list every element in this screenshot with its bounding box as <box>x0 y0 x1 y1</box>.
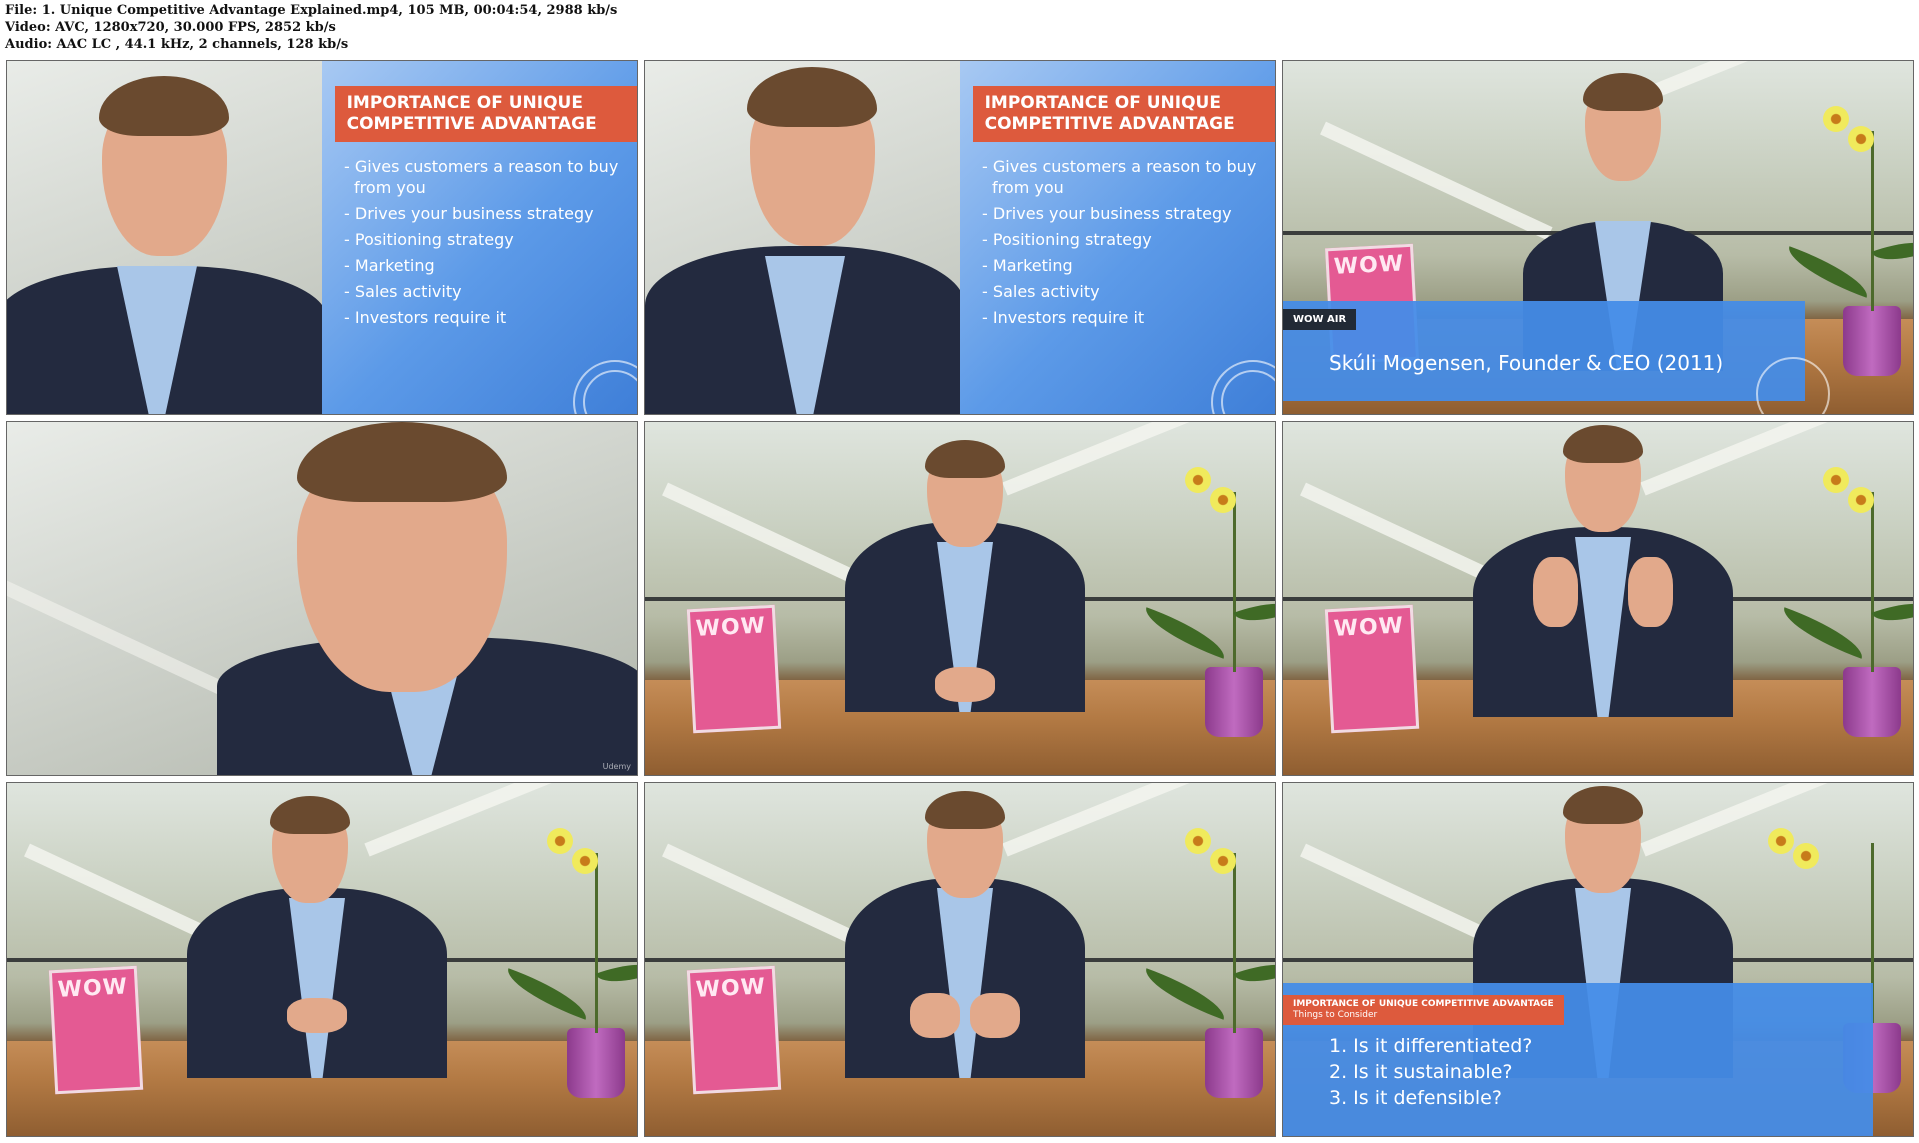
slide-title: IMPORTANCE OF UNIQUE COMPETITIVE ADVANTA… <box>972 85 1275 142</box>
plant-pot <box>1205 1028 1263 1098</box>
thumbnail-8[interactable]: WOW <box>644 782 1276 1137</box>
bullet-item: - Gives customers a reason to buy from y… <box>982 157 1257 198</box>
magazine-title: WOW <box>1333 613 1405 642</box>
thumbnail-2[interactable]: IMPORTANCE OF UNIQUE COMPETITIVE ADVANTA… <box>644 60 1276 415</box>
questions-tag-title: IMPORTANCE OF UNIQUE COMPETITIVE ADVANTA… <box>1293 999 1554 1009</box>
wow-magazine: WOW <box>686 604 782 734</box>
orchid-flower <box>1793 843 1819 869</box>
thumbnail-grid: IMPORTANCE OF UNIQUE COMPETITIVE ADVANTA… <box>6 60 1914 1138</box>
questions-list: 1. Is it differentiated? 2. Is it sustai… <box>1329 1033 1532 1111</box>
orchid-flower <box>547 828 573 854</box>
orchid-flower <box>1848 126 1874 152</box>
thumbnail-3[interactable]: WOW WOW AIR Skúli Mogensen, Founder & CE… <box>1282 60 1914 415</box>
orchid-flower <box>1185 828 1211 854</box>
plant-pot <box>1843 667 1901 737</box>
file-line: File: 1. Unique Competitive Advantage Ex… <box>5 3 618 18</box>
magazine-title: WOW <box>695 613 767 642</box>
wow-magazine: WOW <box>48 965 144 1095</box>
questions-tag: IMPORTANCE OF UNIQUE COMPETITIVE ADVANTA… <box>1283 995 1564 1025</box>
bullet-item: - Gives customers a reason to buy from y… <box>344 157 619 198</box>
magazine-title: WOW <box>695 974 767 1003</box>
lower-third-name: Skúli Mogensen, Founder & CEO (2011) <box>1329 351 1724 375</box>
file-info: File: 1. Unique Competitive Advantage Ex… <box>5 2 617 53</box>
thumbnail-9[interactable]: IMPORTANCE OF UNIQUE COMPETITIVE ADVANTA… <box>1282 782 1914 1137</box>
questions-tag-subtitle: Things to Consider <box>1293 1010 1378 1020</box>
thumbnail-6[interactable]: WOW <box>1282 421 1914 776</box>
slide-panel: IMPORTANCE OF UNIQUE COMPETITIVE ADVANTA… <box>960 61 1275 414</box>
orchid-flower <box>1210 848 1236 874</box>
bullet-item: - Marketing <box>982 256 1073 276</box>
orchid-flower <box>1768 828 1794 854</box>
wow-magazine: WOW <box>1324 604 1420 734</box>
bullet-item: - Sales activity <box>982 282 1100 302</box>
lower-third: WOW AIR Skúli Mogensen, Founder & CEO (2… <box>1283 301 1830 414</box>
bullet-item: - Drives your business strategy <box>344 204 594 224</box>
orchid-flower <box>1210 487 1236 513</box>
audio-line: Audio: AAC LC , 44.1 kHz, 2 channels, 12… <box>5 37 349 52</box>
thumbnail-4[interactable]: Udemy <box>6 421 638 776</box>
speaker <box>1473 425 1733 717</box>
bullet-item: - Investors require it <box>982 308 1145 328</box>
speaker <box>845 440 1085 712</box>
plant-pot <box>1205 667 1263 737</box>
watermark: Udemy <box>602 762 631 771</box>
orchid-flower <box>1823 467 1849 493</box>
lower-third-tag: WOW AIR <box>1283 309 1357 330</box>
orchid-flower <box>572 848 598 874</box>
thumbnail-5[interactable]: WOW <box>644 421 1276 776</box>
questions-overlay: IMPORTANCE OF UNIQUE COMPETITIVE ADVANTA… <box>1283 983 1873 1136</box>
orchid-flower <box>1848 487 1874 513</box>
plant-pot <box>1843 306 1901 376</box>
thumbnail-1[interactable]: IMPORTANCE OF UNIQUE COMPETITIVE ADVANTA… <box>6 60 638 415</box>
plant-pot <box>567 1028 625 1098</box>
bullet-item: - Marketing <box>344 256 435 276</box>
speaker <box>217 422 637 775</box>
speaker <box>7 61 337 414</box>
bullet-item: - Sales activity <box>344 282 462 302</box>
magazine-title: WOW <box>57 974 129 1003</box>
slide-bullets: - Gives customers a reason to buy from y… <box>982 156 1262 333</box>
bullet-item: - Drives your business strategy <box>982 204 1232 224</box>
speaker <box>187 796 447 1078</box>
speaker <box>845 791 1085 1078</box>
orchid-flower <box>1185 467 1211 493</box>
slide-title: IMPORTANCE OF UNIQUE COMPETITIVE ADVANTA… <box>334 85 637 142</box>
bullet-item: - Investors require it <box>344 308 507 328</box>
question-item: 3. Is it defensible? <box>1329 1087 1502 1109</box>
video-line: Video: AVC, 1280x720, 30.000 FPS, 2852 k… <box>5 20 336 35</box>
bullet-item: - Positioning strategy <box>344 230 514 250</box>
question-item: 2. Is it sustainable? <box>1329 1061 1513 1083</box>
magazine-title: WOW <box>1333 251 1405 281</box>
slide-panel: IMPORTANCE OF UNIQUE COMPETITIVE ADVANTA… <box>322 61 637 414</box>
question-item: 1. Is it differentiated? <box>1329 1035 1533 1057</box>
orchid-flower <box>1823 106 1849 132</box>
slide-bullets: - Gives customers a reason to buy from y… <box>344 156 624 333</box>
wow-magazine: WOW <box>686 965 782 1095</box>
speaker <box>645 61 975 414</box>
thumbnail-7[interactable]: WOW <box>6 782 638 1137</box>
bullet-item: - Positioning strategy <box>982 230 1152 250</box>
